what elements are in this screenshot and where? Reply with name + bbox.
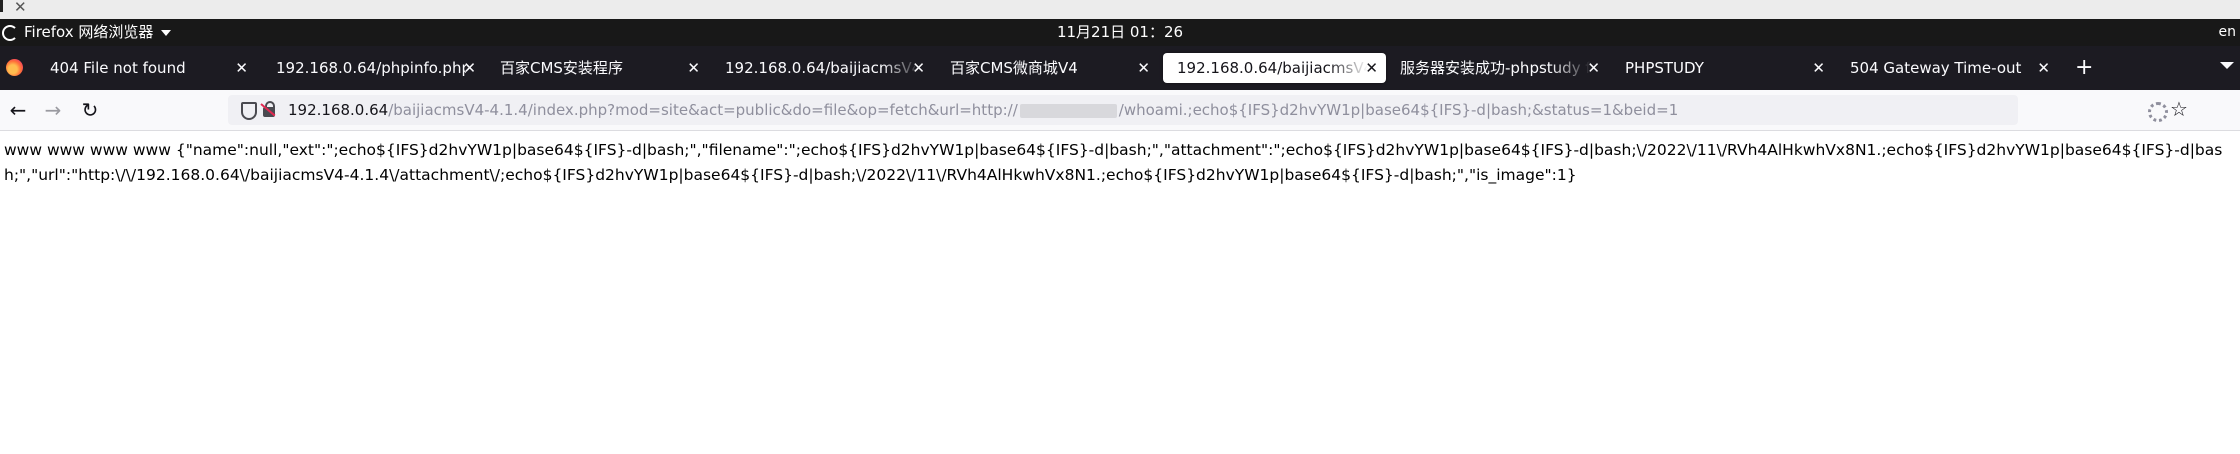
- close-icon[interactable]: ✕: [687, 53, 700, 83]
- navigation-toolbar: ← → ↻ 192.168.0.64/baijiacmsV4-4.1.4/ind…: [0, 90, 2240, 131]
- tab-baijiacms-url-1[interactable]: 192.168.0.64/baijiacmsV4-4. ✕: [711, 53, 933, 83]
- page-response-text: www www www www {"name":null,"ext":";ech…: [4, 141, 2223, 184]
- background-window-strip: ✕: [0, 0, 2240, 20]
- tracking-protection-shield-icon[interactable]: [241, 102, 257, 120]
- close-icon[interactable]: ✕: [14, 0, 27, 16]
- tab-baijia-cms-install[interactable]: 百家CMS安装程序 ✕: [486, 53, 708, 83]
- close-icon[interactable]: ✕: [1137, 53, 1150, 83]
- close-icon[interactable]: ✕: [2037, 53, 2050, 83]
- url-bar[interactable]: 192.168.0.64/baijiacmsV4-4.1.4/index.php…: [228, 95, 2018, 125]
- tab-phpstudy[interactable]: PHPSTUDY ✕: [1611, 53, 1833, 83]
- tab-label: PHPSTUDY: [1625, 59, 1704, 77]
- tab-strip: 404 File not found ✕ 192.168.0.64/phpinf…: [0, 46, 2240, 90]
- window-edge: [0, 0, 3, 12]
- close-icon[interactable]: ✕: [1365, 53, 1378, 83]
- list-all-tabs-chevron-icon[interactable]: [2220, 62, 2234, 69]
- firefox-view-icon[interactable]: [6, 59, 23, 76]
- new-tab-plus-icon[interactable]: +: [2075, 53, 2093, 83]
- tab-404-file-not-found[interactable]: 404 File not found ✕: [36, 53, 256, 83]
- tab-label: 504 Gateway Time-out: [1850, 59, 2022, 77]
- tab-baijia-cms-v4[interactable]: 百家CMS微商城V4 ✕: [936, 53, 1158, 83]
- close-icon[interactable]: ✕: [463, 53, 476, 83]
- close-icon[interactable]: ✕: [912, 53, 925, 83]
- close-icon[interactable]: ✕: [235, 53, 248, 83]
- forward-arrow-icon[interactable]: →: [41, 98, 65, 122]
- tab-baijiacms-url-active[interactable]: 192.168.0.64/baijiacmsV4-4. ✕: [1163, 53, 1386, 83]
- close-icon[interactable]: ✕: [1812, 53, 1825, 83]
- reload-icon[interactable]: ↻: [78, 98, 102, 122]
- tab-label: 404 File not found: [50, 59, 186, 77]
- redacted-region: [1019, 103, 1117, 118]
- tab-504-gateway-timeout[interactable]: 504 Gateway Time-out ✕: [1836, 53, 2058, 83]
- clock[interactable]: 11月21日 01：26: [0, 19, 2240, 46]
- url-path-end: /whoami.;echo${IFS}d2hvYW1p|base64${IFS}…: [1118, 101, 1679, 119]
- url-host: 192.168.0.64: [288, 101, 389, 119]
- system-top-bar: Firefox 网络浏览器 11月21日 01：26 en: [0, 19, 2240, 46]
- tab-label: 百家CMS微商城V4: [950, 59, 1078, 77]
- url-path-start: /baijiacmsV4-4.1.4/index.php?mod=site&ac…: [388, 101, 1018, 119]
- tab-phpstudy-success[interactable]: 服务器安装成功-phpstudy fo ✕: [1386, 53, 1608, 83]
- back-arrow-icon[interactable]: ←: [6, 98, 30, 122]
- tab-phpinfo[interactable]: 192.168.0.64/phpinfo.php ✕: [262, 53, 484, 83]
- bookmark-star-icon[interactable]: ☆: [2170, 97, 2188, 121]
- extension-gear-icon[interactable]: [2148, 102, 2168, 122]
- tab-label: 192.168.0.64/phpinfo.php: [276, 59, 466, 77]
- tab-label: 百家CMS安装程序: [500, 59, 623, 77]
- close-icon[interactable]: ✕: [1587, 53, 1600, 83]
- input-language-indicator[interactable]: en: [2219, 19, 2237, 46]
- url-text[interactable]: 192.168.0.64/baijiacmsV4-4.1.4/index.php…: [288, 95, 1678, 125]
